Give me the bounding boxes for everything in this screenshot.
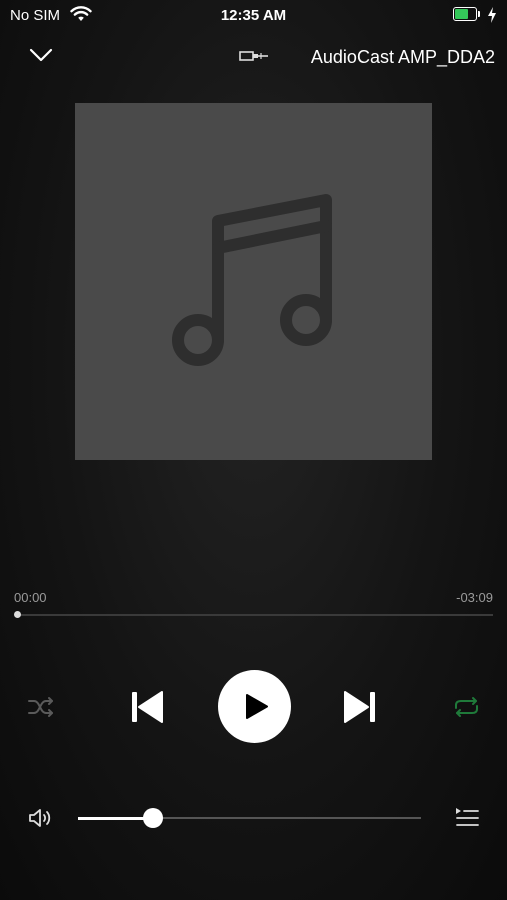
remaining-time: -03:09 xyxy=(456,590,493,605)
volume-thumb[interactable] xyxy=(143,808,164,828)
play-icon xyxy=(246,694,268,719)
chevron-down-icon[interactable] xyxy=(27,44,55,66)
skip-previous-icon[interactable] xyxy=(130,690,164,724)
elapsed-time: 00:00 xyxy=(14,590,47,605)
battery-level-fill xyxy=(455,9,468,19)
play-button[interactable] xyxy=(218,670,291,743)
repeat-icon[interactable] xyxy=(452,695,481,719)
device-name[interactable]: AudioCast AMP_DDA2 xyxy=(311,47,495,68)
progress-thumb[interactable] xyxy=(14,611,21,618)
progress-track[interactable] xyxy=(17,614,493,616)
battery-icon xyxy=(453,7,477,21)
shuffle-icon[interactable] xyxy=(27,695,55,719)
skip-next-icon[interactable] xyxy=(343,690,377,724)
volume-fill xyxy=(78,817,153,820)
status-bar: No SIM 12:35 AM xyxy=(0,0,507,30)
status-time: 12:35 AM xyxy=(220,7,287,24)
battery-nub xyxy=(478,11,480,17)
speaker-icon[interactable] xyxy=(28,807,54,829)
album-artwork xyxy=(75,103,432,460)
audio-cable-icon[interactable] xyxy=(239,49,269,63)
charging-bolt-icon xyxy=(488,7,496,23)
music-note-icon xyxy=(172,194,332,366)
queue-list-icon[interactable] xyxy=(454,806,480,830)
